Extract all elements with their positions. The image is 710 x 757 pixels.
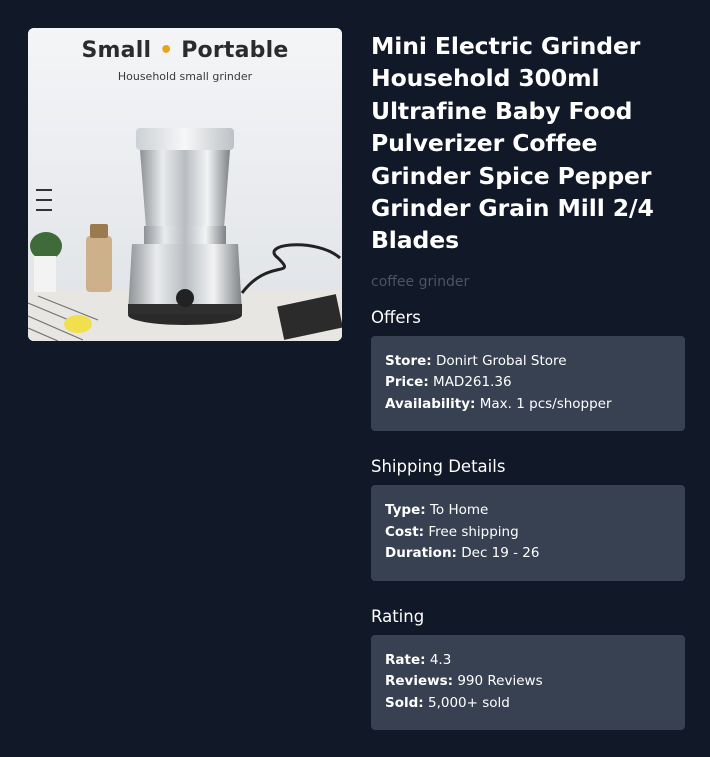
shipping-cost-value: Free shipping xyxy=(428,523,519,540)
image-headline: Small • Portable xyxy=(28,38,342,63)
shipping-type-value: To Home xyxy=(429,502,489,519)
rate-label: Rate: xyxy=(385,651,426,668)
image-headline-part1: Small xyxy=(81,38,152,63)
price-row: Price: MAD261.36 xyxy=(385,372,671,394)
rating-section: Rating Rate: 4.3 Reviews: 990 Reviews So… xyxy=(371,607,685,731)
offers-heading: Offers xyxy=(371,307,421,327)
shipping-duration-label: Duration: xyxy=(385,545,457,562)
product-category: coffee grinder xyxy=(371,273,470,290)
image-subheadline: Household small grinder xyxy=(117,70,253,83)
reviews-label: Reviews: xyxy=(385,673,454,690)
shipping-cost-label: Cost: xyxy=(385,523,425,540)
sold-label: Sold: xyxy=(385,694,424,711)
availability-label: Availability: xyxy=(385,395,476,412)
shipping-section: Shipping Details Type: To Home Cost: Fre… xyxy=(371,457,685,581)
reviews-value: 990 Reviews xyxy=(457,673,543,690)
store-row: Store: Donirt Grobal Store xyxy=(385,351,671,373)
shipping-duration-value: Dec 19 - 26 xyxy=(461,545,540,562)
rate-row: Rate: 4.3 xyxy=(385,650,671,672)
availability-value: Max. 1 pcs/shopper xyxy=(479,395,612,412)
price-label: Price: xyxy=(385,374,429,391)
sold-value: 5,000+ sold xyxy=(427,694,510,711)
shipping-type-row: Type: To Home xyxy=(385,500,671,522)
shipping-cost-row: Cost: Free shipping xyxy=(385,522,671,544)
product-title: Mini Electric Grinder Household 300ml Ul… xyxy=(371,32,654,255)
product-detail-page: Small • Portable Household small grinder… xyxy=(0,0,710,757)
rate-value: 4.3 xyxy=(429,651,452,668)
shipping-card: Type: To Home Cost: Free shipping Durati… xyxy=(371,485,685,581)
image-headline-dot: • xyxy=(159,38,174,63)
store-label: Store: xyxy=(385,352,432,369)
shipping-type-label: Type: xyxy=(385,502,426,519)
availability-row: Availability: Max. 1 pcs/shopper xyxy=(385,394,671,416)
image-headline-part2: Portable xyxy=(181,38,289,63)
offers-card: Store: Donirt Grobal Store Price: MAD261… xyxy=(371,335,685,432)
offers-section: Offers Store: Donirt Grobal Store Price:… xyxy=(371,308,685,432)
price-value: MAD261.36 xyxy=(433,374,512,391)
product-image[interactable]: Small • Portable Household small grinder xyxy=(28,28,342,341)
sold-row: Sold: 5,000+ sold xyxy=(385,693,671,715)
rating-heading: Rating xyxy=(371,606,425,626)
shipping-heading: Shipping Details xyxy=(371,457,506,477)
rating-card: Rate: 4.3 Reviews: 990 Reviews Sold: 5,0… xyxy=(371,634,685,731)
product-info: Mini Electric Grinder Household 300ml Ul… xyxy=(371,30,685,731)
reviews-row: Reviews: 990 Reviews xyxy=(385,671,671,693)
store-value: Donirt Grobal Store xyxy=(435,352,567,369)
shipping-duration-row: Duration: Dec 19 - 26 xyxy=(385,543,671,565)
